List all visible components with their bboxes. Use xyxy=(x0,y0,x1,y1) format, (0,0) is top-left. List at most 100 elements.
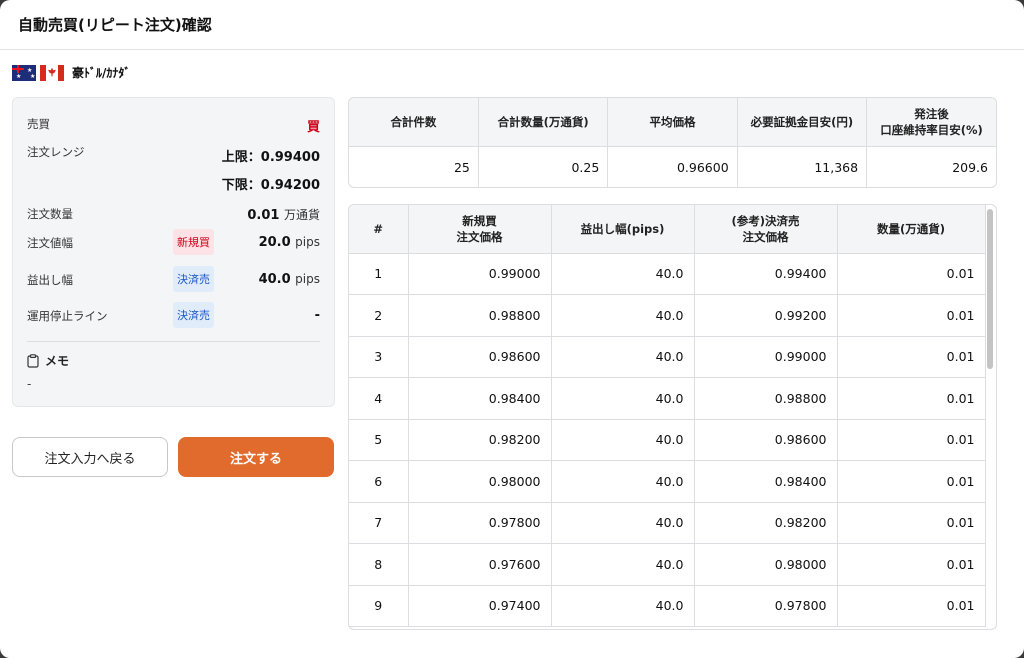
table-cell: 40.0 xyxy=(551,253,695,295)
table-cell: 0.01 xyxy=(837,253,986,295)
table-cell: 0.01 xyxy=(837,460,986,503)
table-cell: 0.01 xyxy=(837,419,986,461)
table-cell: 0.01 xyxy=(837,585,986,627)
table-cell: 3 xyxy=(349,336,409,378)
orders-table[interactable]: # 新規買 注文価格 益出し幅(pips) (参考)決済売 注文価格 数量(万通貨) 1 0.… xyxy=(348,204,997,630)
quantity-value: 0.01 万通貨 xyxy=(247,208,320,223)
stats-cell: 25 xyxy=(349,146,479,187)
spacing-label: 注文値幅 xyxy=(27,236,73,250)
table-cell: 6 xyxy=(349,460,409,503)
table-cell: 0.98800 xyxy=(694,377,838,420)
table-row: 4 0.98400 40.0 0.98800 0.01 xyxy=(349,377,986,420)
dialog-header: 自動売買(リピート注文)確認 xyxy=(0,0,1024,50)
place-order-button[interactable]: 注文する xyxy=(178,437,334,477)
memo-value: - xyxy=(27,377,32,391)
range-upper: 上限：0.99400 xyxy=(221,150,320,165)
orders-header: 益出し幅(pips) xyxy=(551,205,695,254)
take-profit-label: 益出し幅 xyxy=(27,273,73,287)
table-cell: 0.97800 xyxy=(408,502,552,544)
table-row: 1 0.99000 40.0 0.99400 0.01 xyxy=(349,253,986,295)
confirm-dialog: 自動売買(リピート注文)確認 ★ ★ ★ 豪ﾄﾞﾙ/ｶﾅﾀﾞ 売買 買 注文レン… xyxy=(0,0,1024,658)
orders-header: 数量(万通貨) xyxy=(837,205,986,254)
range-lower: 下限：0.94200 xyxy=(221,178,320,193)
table-cell: 9 xyxy=(349,585,409,627)
table-cell: 0.98200 xyxy=(408,419,552,461)
stop-line-label: 運用停止ライン xyxy=(27,309,108,323)
table-cell: 0.99000 xyxy=(694,336,838,378)
scrollbar-thumb[interactable] xyxy=(987,209,993,369)
table-cell: 7 xyxy=(349,502,409,544)
spacing-value: 20.0 pips xyxy=(258,235,320,250)
stats-header: 合計数量(万通貨) xyxy=(478,98,609,147)
table-cell: 40.0 xyxy=(551,585,695,627)
table-cell: 0.01 xyxy=(837,294,986,337)
table-cell: 0.01 xyxy=(837,377,986,420)
table-row: 3 0.98600 40.0 0.99000 0.01 xyxy=(349,336,986,378)
table-cell: 4 xyxy=(349,377,409,420)
table-row: 8 0.97600 40.0 0.98000 0.01 xyxy=(349,543,986,586)
memo-header: メモ xyxy=(27,352,69,369)
table-cell: 40.0 xyxy=(551,419,695,461)
summary-row-range: 注文レンジ 上限：0.99400 下限：0.94200 xyxy=(27,144,320,194)
table-cell: 0.98000 xyxy=(408,460,552,503)
table-cell: 2 xyxy=(349,294,409,337)
currency-pair: ★ ★ ★ 豪ﾄﾞﾙ/ｶﾅﾀﾞ xyxy=(12,64,130,81)
table-cell: 0.98600 xyxy=(408,336,552,378)
take-profit-value: 40.0 pips xyxy=(258,272,320,287)
settle-sell-badge: 決済売 xyxy=(173,266,214,292)
order-summary-panel: 売買 買 注文レンジ 上限：0.99400 下限：0.94200 注文数量 0.… xyxy=(12,97,335,407)
table-cell: 5 xyxy=(349,419,409,461)
table-cell: 0.99200 xyxy=(694,294,838,337)
stats-header: 発注後 口座維持率目安(%) xyxy=(866,98,996,147)
table-cell: 40.0 xyxy=(551,377,695,420)
table-cell: 0.98200 xyxy=(694,502,838,544)
table-cell: 0.98400 xyxy=(694,460,838,503)
divider xyxy=(27,341,320,342)
table-cell: 40.0 xyxy=(551,460,695,503)
side-value: 買 xyxy=(306,120,320,135)
range-label: 注文レンジ xyxy=(27,145,85,159)
memo-label: メモ xyxy=(45,354,70,368)
clipboard-icon xyxy=(27,353,39,368)
stats-cell: 209.6 xyxy=(952,159,988,175)
stats-header: 平均価格 xyxy=(607,98,738,147)
settle-sell-badge: 決済売 xyxy=(173,302,214,328)
table-cell: 0.98800 xyxy=(408,294,552,337)
table-row: 5 0.98200 40.0 0.98600 0.01 xyxy=(349,419,986,461)
scrollbar[interactable] xyxy=(986,209,994,629)
side-label: 売買 xyxy=(27,117,50,131)
table-cell: 0.01 xyxy=(837,543,986,586)
table-cell: 0.98000 xyxy=(694,543,838,586)
stats-header: 合計件数 xyxy=(349,98,479,147)
table-cell: 0.01 xyxy=(837,336,986,378)
back-to-input-button[interactable]: 注文入力へ戻る xyxy=(12,437,168,477)
canada-flag-icon xyxy=(40,64,64,81)
orders-header: (参考)決済売 注文価格 xyxy=(694,205,838,254)
table-cell: 40.0 xyxy=(551,336,695,378)
australia-flag-icon: ★ ★ ★ xyxy=(12,64,36,81)
stats-header: 必要証拠金目安(円) xyxy=(737,98,868,147)
table-row: 2 0.98800 40.0 0.99200 0.01 xyxy=(349,294,986,337)
stats-cell: 0.96600 xyxy=(607,146,738,187)
dialog-title: 自動売買(リピート注文)確認 xyxy=(18,16,212,34)
table-cell: 0.99000 xyxy=(408,253,552,295)
orders-header: 新規買 注文価格 xyxy=(408,205,552,254)
stats-table: 合計件数 合計数量(万通貨) 平均価格 必要証拠金目安(円) 発注後 口座維持率目安(%)… xyxy=(348,97,997,188)
table-cell: 40.0 xyxy=(551,543,695,586)
stats-cell: 0.25 xyxy=(478,146,609,187)
new-buy-badge: 新規買 xyxy=(173,229,214,255)
table-cell: 0.98400 xyxy=(408,377,552,420)
quantity-label: 注文数量 xyxy=(27,207,73,221)
table-cell: 0.01 xyxy=(837,502,986,544)
table-cell: 1 xyxy=(349,253,409,295)
table-cell: 0.97600 xyxy=(408,543,552,586)
table-cell: 8 xyxy=(349,543,409,586)
table-cell: 0.97800 xyxy=(694,585,838,627)
table-cell: 0.99400 xyxy=(694,253,838,295)
orders-header: # xyxy=(349,205,409,254)
stats-cell: 11,368 xyxy=(737,146,868,187)
pair-name: 豪ﾄﾞﾙ/ｶﾅﾀﾞ xyxy=(72,66,131,80)
table-row: 7 0.97800 40.0 0.98200 0.01 xyxy=(349,502,986,544)
table-row: 9 0.97400 40.0 0.97800 0.01 xyxy=(349,585,986,627)
table-cell: 40.0 xyxy=(551,294,695,337)
